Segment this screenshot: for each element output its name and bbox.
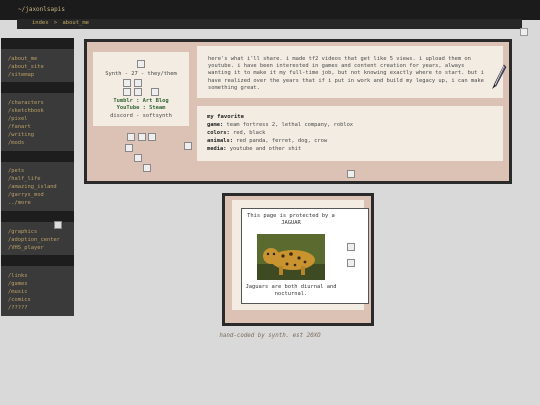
sidebar-header — [1, 151, 74, 162]
favorite-row: animals: red panda, ferret, dog, crow — [207, 138, 327, 144]
sidebar-item-about-me[interactable]: /about_me — [8, 55, 44, 63]
youtube-link[interactable]: YouTube — [117, 105, 140, 111]
favorites-panel: my favorite game: team fortress 2, letha… — [197, 106, 503, 161]
favorite-label: media: — [207, 146, 227, 152]
favorite-label: game: — [207, 122, 224, 128]
stamp-image — [184, 142, 192, 150]
stamp-image — [347, 259, 355, 267]
social-links-row-2: YouTube : Steam — [93, 105, 189, 111]
sidebar-item-writing[interactable]: /writing — [8, 131, 44, 139]
steam-link[interactable]: Steam — [149, 105, 165, 111]
sidebar-header — [1, 82, 74, 93]
sidebar-item-comics[interactable]: /comics — [8, 296, 31, 304]
breadcrumb-index[interactable]: index — [32, 20, 49, 26]
sidebar-item-pixel[interactable]: /pixel — [8, 115, 44, 123]
favorite-value: team fortress 2, lethal company, roblox — [226, 122, 354, 128]
sidebar-item-sketchbook[interactable]: /sketchbook — [8, 107, 44, 115]
jaguar-protection-text: This page is protected by a JAGUAR — [247, 213, 335, 226]
sidebar-group-misc: /links /games /music /comics /????? — [8, 272, 31, 312]
favorite-label: colors: — [207, 130, 230, 136]
sidebar-item-links[interactable]: /links — [8, 272, 31, 280]
sidebar-item-secret[interactable]: /????? — [8, 304, 31, 312]
favorite-value: red, black — [232, 130, 266, 136]
stamp-image — [127, 133, 135, 141]
profile-card: Synth - 27 - they/them Tumblr : Art Blog… — [93, 52, 189, 126]
sidebar-item-sitemap[interactable]: /sitemap — [8, 71, 44, 79]
breadcrumb: index > about_me — [32, 20, 89, 26]
tumblr-link[interactable]: Tumblr — [113, 98, 132, 104]
jaguar-photo — [257, 234, 325, 280]
breadcrumb-about-me[interactable]: about_me — [63, 20, 90, 26]
sidebar-item-amazing-island[interactable]: /amazing_island — [8, 183, 57, 191]
sidebar-item-vhs-player[interactable]: /VHS_player — [8, 244, 60, 252]
intro-text: here's what i'll share. i made tf2 video… — [208, 56, 484, 91]
profile-avatar-image — [137, 60, 145, 68]
badge-image — [123, 88, 131, 96]
stamp-image — [143, 164, 151, 172]
favorite-value: youtube and other shit — [229, 146, 302, 152]
stamp-image — [125, 144, 133, 152]
badge-image — [134, 88, 142, 96]
sidebar-item-music[interactable]: /music — [8, 288, 31, 296]
sidebar-item-adoption-center[interactable]: /adoption_center — [8, 236, 60, 244]
sidebar-group-fun: /pets /half_life /amazing_island /garrys… — [8, 167, 57, 207]
quill-icon — [492, 64, 507, 89]
sidebar-group-about: /about_me /about_site /sitemap — [8, 55, 44, 79]
link-separator: : — [136, 98, 140, 104]
sidebar-group-extras: /graphics /adoption_center /VHS_player — [8, 228, 60, 252]
breadcrumb-separator: > — [53, 20, 58, 26]
profile-name-line: Synth - 27 - they/them — [105, 71, 177, 77]
sidebar-item-more[interactable]: ../more — [8, 199, 57, 207]
sidebar-group-art: /characters /sketchbook /pixel /fanart /… — [8, 99, 44, 147]
favorite-value: red panda, ferret, dog, crow — [236, 138, 328, 144]
badge-image — [134, 79, 142, 87]
sidebar-item-pets[interactable]: /pets — [8, 167, 57, 175]
social-links-row-1: Tumblr : Art Blog — [93, 98, 189, 104]
badge-image — [151, 88, 159, 96]
art-blog-link[interactable]: Art Blog — [143, 98, 169, 104]
top-bar: ~/jaxonlsapis — [0, 0, 540, 20]
sidebar-header — [1, 211, 74, 222]
stamp-image — [347, 243, 355, 251]
favorite-row: colors: red, black — [207, 130, 265, 136]
intro-panel: here's what i'll share. i made tf2 video… — [197, 46, 503, 98]
stamp-image — [138, 133, 146, 141]
sidebar-item-graphics[interactable]: /graphics — [8, 228, 60, 236]
breadcrumb-bar: index > about_me — [17, 19, 522, 29]
stamp-image — [148, 133, 156, 141]
stamp-image — [347, 170, 355, 178]
stamp-image — [134, 154, 142, 162]
sidebar-item-about-site[interactable]: /about_site — [8, 63, 44, 71]
favorites-title: my favorite — [207, 114, 245, 120]
favorite-label: animals: — [207, 138, 233, 144]
sidebar-item-half-life[interactable]: /half_life — [8, 175, 57, 183]
favorite-row: media: youtube and other shit — [207, 146, 301, 152]
sidebar-item-games[interactable]: /games — [8, 280, 31, 288]
footer-credit: hand-coded by synth. est 20XO — [219, 333, 321, 339]
sidebar-item-garrys-mod[interactable]: /garrys_mod — [8, 191, 57, 199]
broken-image-icon — [520, 28, 528, 36]
sidebar-header — [1, 38, 74, 49]
link-separator: : — [142, 105, 146, 111]
discord-handle: discord - softsynth — [110, 113, 172, 119]
sidebar-item-mods[interactable]: /mods — [8, 139, 44, 147]
sidebar-item-fanart[interactable]: /fanart — [8, 123, 44, 131]
jaguar-caption: Jaguars are both diurnal and nocturnal. — [245, 284, 337, 297]
sidebar: /about_me /about_site /sitemap /characte… — [1, 38, 74, 316]
site-title[interactable]: ~/jaxonlsapis — [18, 6, 65, 13]
sidebar-header — [1, 255, 74, 266]
badge-image — [123, 79, 131, 87]
sidebar-item-characters[interactable]: /characters — [8, 99, 44, 107]
favorite-row: game: team fortress 2, lethal company, r… — [207, 122, 353, 128]
